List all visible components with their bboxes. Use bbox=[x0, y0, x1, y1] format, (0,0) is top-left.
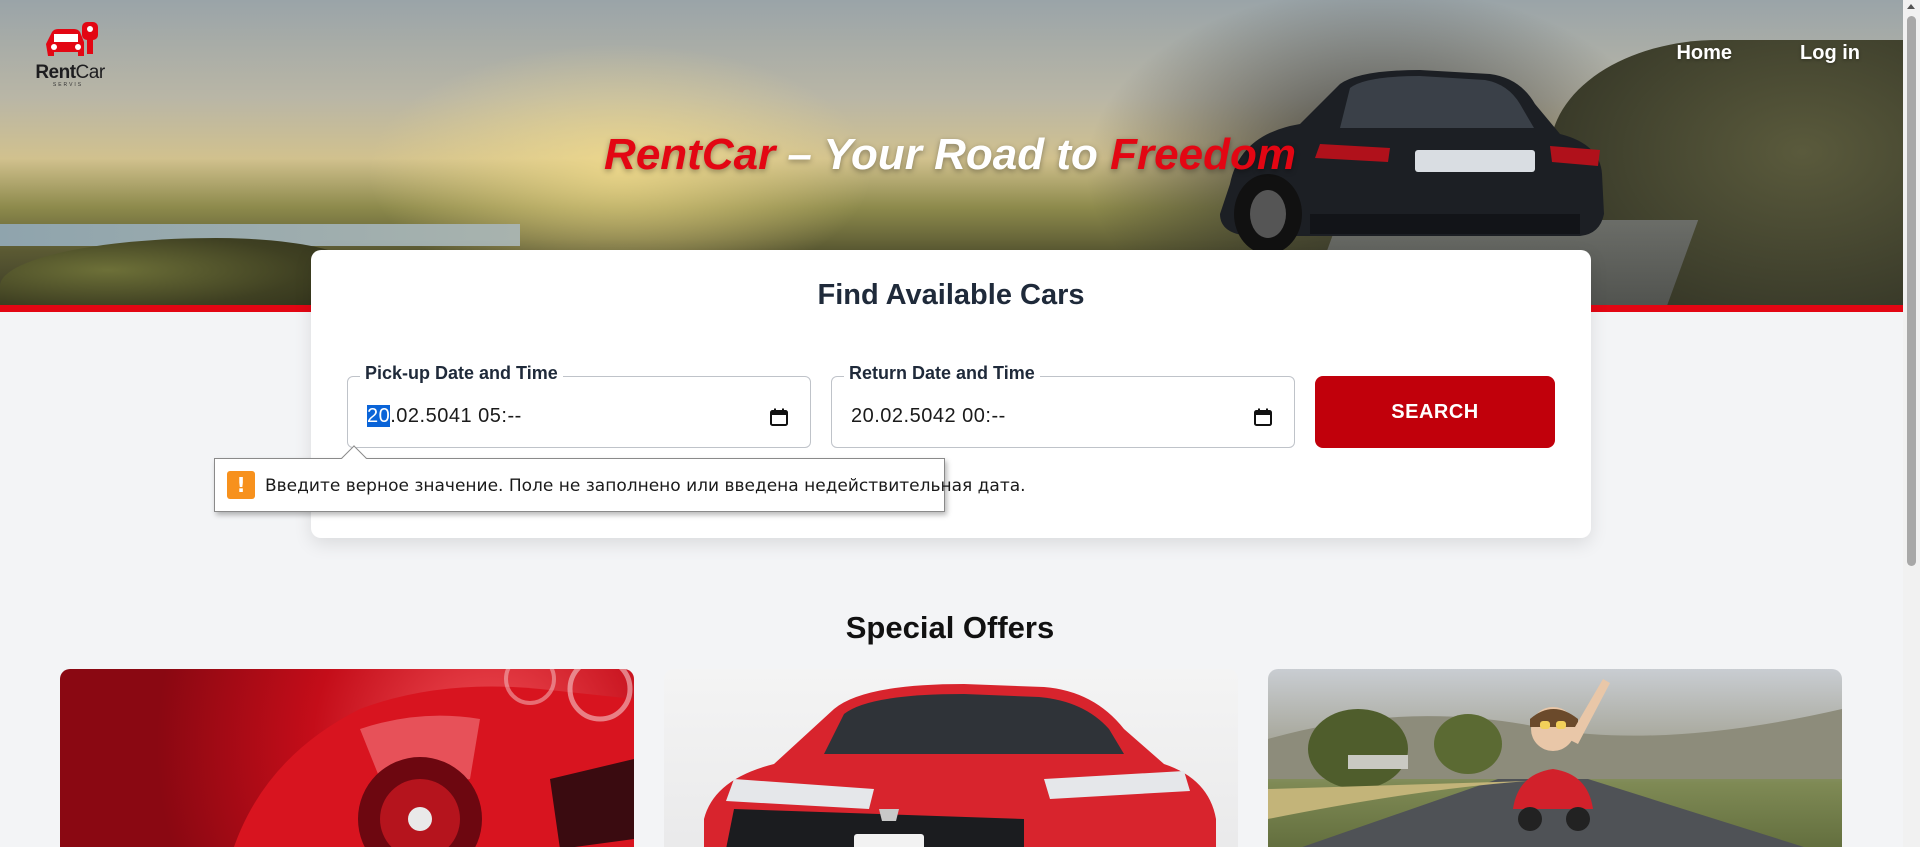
hero-title-middle: – Your Road to bbox=[775, 130, 1111, 179]
hero-title-brand: RentCar bbox=[604, 130, 776, 179]
rentcar-logo[interactable]: RentCar SERVIS bbox=[26, 22, 110, 88]
pickup-label: Pick-up Date and Time bbox=[360, 363, 563, 384]
logo-text: RentCar bbox=[35, 62, 105, 83]
hero-cliff bbox=[0, 238, 360, 305]
hero-title: RentCar – Your Road to Freedom bbox=[0, 130, 1900, 180]
offer-card-3[interactable] bbox=[1268, 669, 1842, 847]
logo-subtext: SERVIS bbox=[52, 82, 84, 88]
red-sedan-image bbox=[704, 684, 1216, 847]
warning-icon: ! bbox=[227, 471, 255, 499]
offer-card-2[interactable] bbox=[664, 669, 1238, 847]
offer-card-1[interactable] bbox=[60, 669, 634, 847]
child-in-toy-car-image bbox=[1268, 679, 1842, 847]
search-card-title: Find Available Cars bbox=[817, 279, 1085, 311]
car-key-icon bbox=[46, 22, 98, 56]
special-offers-title: Special Offers bbox=[845, 610, 1055, 645]
calendar-icon[interactable] bbox=[1254, 408, 1272, 426]
red-sports-car-image bbox=[233, 669, 634, 847]
pickup-datetime-field[interactable]: Pick-up Date and Time 20.02.5041 05:-- bbox=[347, 363, 811, 448]
validation-message: Введите верное значение. Поле не заполне… bbox=[265, 476, 1026, 496]
hero-title-end: Freedom bbox=[1110, 130, 1296, 179]
return-label: Return Date and Time bbox=[844, 363, 1040, 384]
main-nav: Home Log in bbox=[1676, 42, 1860, 65]
pickup-value-selected-segment[interactable]: 20 bbox=[367, 405, 391, 427]
nav-login-link[interactable]: Log in bbox=[1800, 42, 1860, 65]
return-datetime-field[interactable]: Return Date and Time 20.02.5042 00:-- bbox=[831, 363, 1295, 448]
scroll-up-arrow-icon[interactable] bbox=[1907, 4, 1915, 9]
pickup-value[interactable]: 20.02.5041 05:-- bbox=[367, 405, 522, 428]
return-value[interactable]: 20.02.5042 00:-- bbox=[851, 405, 1006, 428]
nav-home-link[interactable]: Home bbox=[1676, 42, 1732, 65]
calendar-icon[interactable] bbox=[770, 408, 788, 426]
pickup-value-rest[interactable]: .02.5041 05:-- bbox=[390, 405, 522, 427]
validation-tooltip: ! Введите верное значение. Поле не запол… bbox=[214, 445, 1026, 512]
page-scrollbar[interactable] bbox=[1903, 0, 1920, 847]
search-button[interactable]: SEARCH bbox=[1315, 376, 1555, 448]
scrollbar-thumb[interactable] bbox=[1907, 16, 1916, 566]
